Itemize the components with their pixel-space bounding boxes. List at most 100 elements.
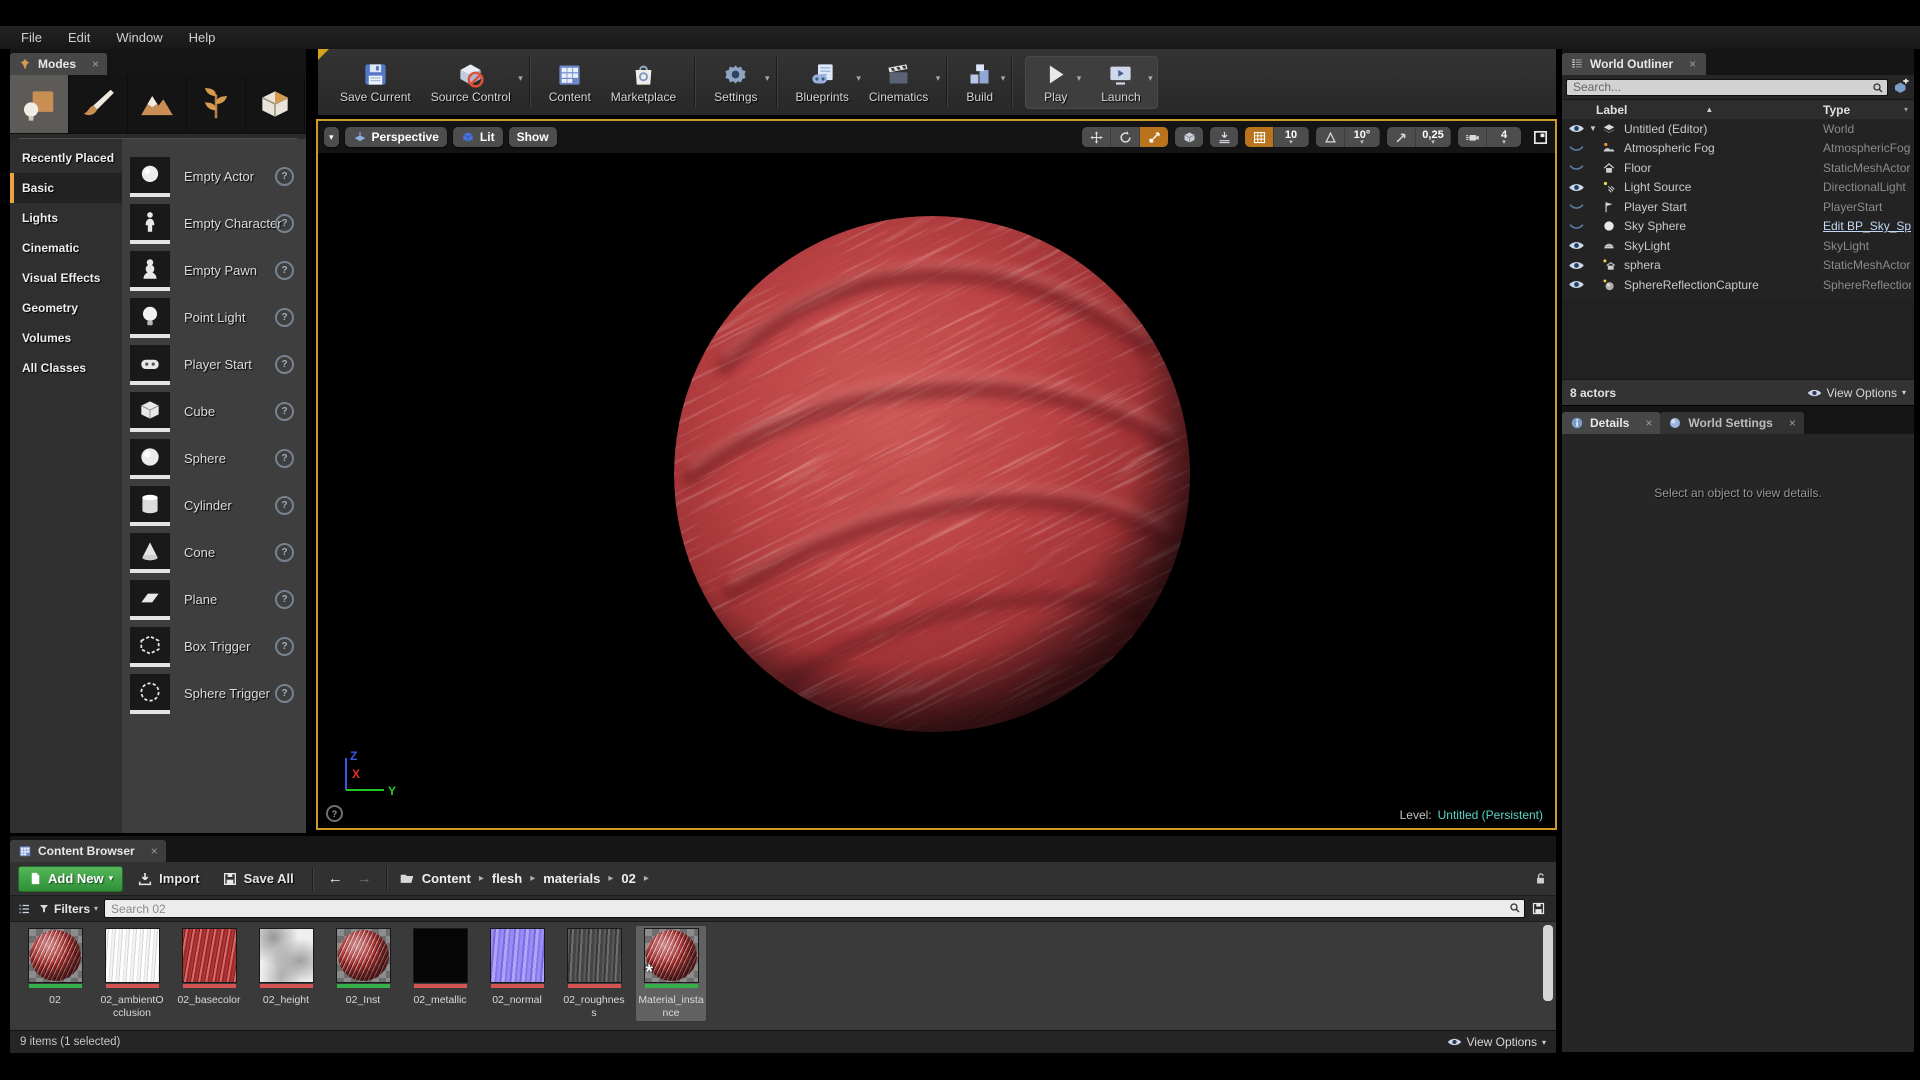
chevron-down-icon[interactable]: ▾: [936, 73, 941, 84]
breadcrumb-materials[interactable]: materials: [543, 871, 600, 886]
place-item-empty-pawn[interactable]: Empty Pawn?: [122, 247, 306, 294]
toolbar-launch-button[interactable]: Launch▾: [1091, 57, 1150, 108]
add-new-button[interactable]: Add New ▾: [18, 866, 123, 892]
outliner-row-skylight[interactable]: SkyLightSkyLight: [1562, 236, 1914, 256]
tab-world-settings[interactable]: World Settings×: [1660, 412, 1803, 434]
toolbar-cinematics-button[interactable]: Cinematics▾: [859, 57, 938, 108]
toolbar-play-button[interactable]: Play▾: [1032, 57, 1079, 108]
outliner-row-sphera[interactable]: spheraStaticMeshActor: [1562, 256, 1914, 276]
paint-mode-button[interactable]: [69, 75, 128, 133]
menu-file[interactable]: File: [8, 30, 55, 45]
edit-blueprint-link[interactable]: Edit BP_Sky_Sph: [1823, 219, 1911, 233]
asset-tile-02[interactable]: 02: [20, 926, 90, 1009]
eye-closed-icon[interactable]: [1568, 162, 1585, 173]
help-icon[interactable]: ?: [275, 261, 294, 280]
place-item-cone[interactable]: Cone?: [122, 529, 306, 576]
surface-snap-button[interactable]: [1210, 127, 1238, 147]
outliner-row-player-start[interactable]: Player StartPlayerStart: [1562, 197, 1914, 217]
viewport-help-icon[interactable]: ?: [326, 805, 343, 822]
close-icon[interactable]: ×: [92, 57, 99, 71]
toolbar-save-current-button[interactable]: Save Current: [330, 57, 421, 108]
category-lights[interactable]: Lights: [10, 203, 122, 233]
column-label[interactable]: Label: [1596, 103, 1627, 117]
maximize-viewport-icon[interactable]: [1532, 129, 1549, 146]
help-icon[interactable]: ?: [275, 214, 294, 233]
level-viewport[interactable]: ▾ Perspective Lit Show: [316, 119, 1557, 830]
place-item-sphere-trigger[interactable]: Sphere Trigger?: [122, 670, 306, 717]
camera-speed-button[interactable]: [1458, 127, 1487, 147]
asset-tile-02_roughness[interactable]: 02_roughness: [559, 926, 629, 1021]
help-icon[interactable]: ?: [275, 637, 294, 656]
scale-tool-button[interactable]: [1140, 127, 1168, 147]
help-icon[interactable]: ?: [275, 684, 294, 703]
expander-icon[interactable]: ▼: [1589, 124, 1597, 133]
category-all-classes[interactable]: All Classes: [10, 353, 122, 383]
outliner-search-input[interactable]: [1566, 79, 1888, 96]
help-icon[interactable]: ?: [275, 355, 294, 374]
menu-edit[interactable]: Edit: [55, 30, 103, 45]
toolbar-settings-button[interactable]: Settings▾: [704, 57, 767, 108]
eye-open-icon[interactable]: [1568, 123, 1585, 134]
eye-open-icon[interactable]: [1568, 182, 1585, 193]
eye-open-icon[interactable]: [1568, 240, 1585, 251]
content-search-input[interactable]: [104, 899, 1525, 918]
outliner-view-options-button[interactable]: View Options ▾: [1807, 386, 1907, 400]
place-item-cylinder[interactable]: Cylinder?: [122, 482, 306, 529]
tab-world-outliner[interactable]: World Outliner ×: [1562, 53, 1706, 75]
category-basic[interactable]: Basic: [10, 173, 122, 203]
eye-open-icon[interactable]: [1568, 279, 1585, 290]
chevron-down-icon[interactable]: ▾: [1077, 73, 1082, 84]
back-button[interactable]: ←: [324, 870, 347, 887]
tab-modes[interactable]: Modes ×: [10, 53, 107, 75]
close-icon[interactable]: ×: [151, 844, 158, 858]
help-icon[interactable]: ?: [275, 496, 294, 515]
category-recently-placed[interactable]: Recently Placed: [10, 143, 122, 173]
scale-snap-value[interactable]: 0,25 ▾: [1416, 127, 1451, 147]
coordinate-system-button[interactable]: [1175, 127, 1203, 147]
place-item-box-trigger[interactable]: Box Trigger?: [122, 623, 306, 670]
outliner-row-untitled-editor-[interactable]: ▼Untitled (Editor)World: [1562, 119, 1914, 139]
help-icon[interactable]: ?: [275, 308, 294, 327]
close-icon[interactable]: ×: [1645, 416, 1652, 430]
asset-tile-02_inst[interactable]: 02_Inst: [328, 926, 398, 1009]
geometry-mode-button[interactable]: [246, 75, 305, 133]
content-view-options-button[interactable]: View Options ▾: [1447, 1035, 1547, 1049]
save-all-button[interactable]: Save All: [214, 871, 302, 887]
help-icon[interactable]: ?: [275, 543, 294, 562]
place-item-sphere[interactable]: Sphere?: [122, 435, 306, 482]
asset-tile-02_normal[interactable]: 02_normal: [482, 926, 552, 1009]
viewport-options-button[interactable]: ▾: [324, 127, 339, 147]
place-item-empty-character[interactable]: Empty Character?: [122, 200, 306, 247]
filters-button[interactable]: Filters ▾: [38, 902, 98, 916]
chevron-down-icon[interactable]: ▾: [765, 73, 770, 84]
toolbar-blueprints-button[interactable]: Blueprints▾: [786, 57, 859, 108]
toolbar-content-button[interactable]: Content: [539, 57, 601, 108]
angle-snap-button[interactable]: [1316, 127, 1345, 147]
angle-snap-value[interactable]: 10° ▾: [1345, 127, 1380, 147]
place-item-point-light[interactable]: Point Light?: [122, 294, 306, 341]
grid-snap-button[interactable]: [1245, 127, 1274, 147]
perspective-button[interactable]: Perspective: [345, 127, 447, 147]
eye-closed-icon[interactable]: [1568, 143, 1585, 154]
scrollbar[interactable]: [1543, 925, 1553, 1001]
close-icon[interactable]: ×: [1689, 57, 1696, 71]
camera-speed-value[interactable]: 4 ▾: [1487, 127, 1521, 147]
outliner-row-floor[interactable]: FloorStaticMeshActor: [1562, 158, 1914, 178]
outliner-row-sky-sphere[interactable]: Sky SphereEdit BP_Sky_Sph: [1562, 217, 1914, 237]
breadcrumb-content[interactable]: Content: [422, 871, 471, 886]
import-button[interactable]: Import: [129, 871, 207, 887]
place-mode-button[interactable]: [10, 75, 69, 133]
lock-icon[interactable]: [1533, 871, 1548, 886]
tab-details[interactable]: Details×: [1562, 412, 1660, 434]
breadcrumb-flesh[interactable]: flesh: [492, 871, 522, 886]
close-icon[interactable]: ×: [1789, 416, 1796, 430]
help-icon[interactable]: ?: [275, 402, 294, 421]
outliner-row-light-source[interactable]: Light SourceDirectionalLight: [1562, 178, 1914, 198]
asset-tile-02_basecolor[interactable]: 02_basecolor: [174, 926, 244, 1009]
forward-button[interactable]: →: [353, 870, 376, 887]
place-item-player-start[interactable]: Player Start?: [122, 341, 306, 388]
lit-mode-button[interactable]: Lit: [453, 127, 503, 147]
sources-panel-icon[interactable]: [16, 902, 32, 916]
save-search-icon[interactable]: [1531, 901, 1546, 916]
grid-snap-value[interactable]: 10 ▾: [1274, 127, 1309, 147]
